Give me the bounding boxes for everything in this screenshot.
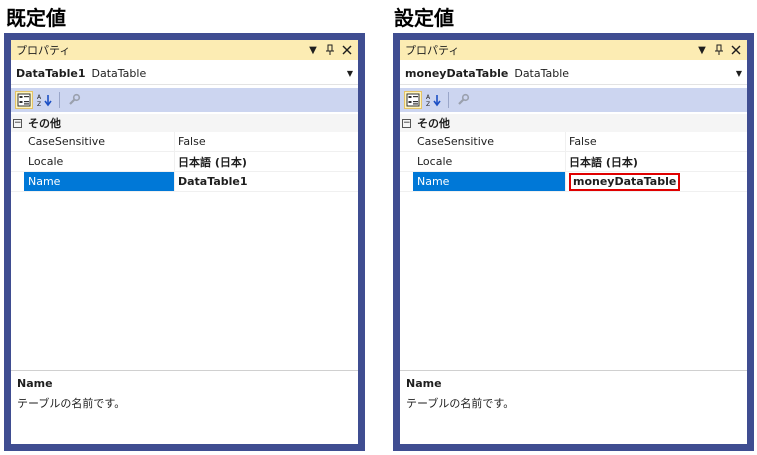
window-titlebar[interactable]: プロパティ ▼ bbox=[11, 40, 358, 60]
categorized-icon[interactable] bbox=[15, 91, 33, 109]
property-value[interactable]: False bbox=[566, 132, 747, 151]
dropdown-arrow-icon[interactable]: ▼ bbox=[695, 43, 709, 57]
property-name: Locale bbox=[24, 152, 175, 171]
description-text: テーブルの名前です。 bbox=[17, 397, 126, 410]
property-row-locale[interactable]: Locale 日本語 (日本) bbox=[11, 152, 358, 172]
property-name: Locale bbox=[413, 152, 566, 171]
wrench-icon[interactable] bbox=[454, 91, 472, 109]
property-row-name[interactable]: Name moneyDataTable bbox=[400, 172, 747, 192]
collapse-icon[interactable]: − bbox=[13, 118, 22, 128]
property-row-name[interactable]: Name DataTable1 bbox=[11, 172, 358, 192]
property-value-cell[interactable]: moneyDataTable bbox=[566, 172, 747, 191]
categorized-icon[interactable] bbox=[404, 91, 422, 109]
category-row[interactable]: − その他 bbox=[400, 114, 747, 132]
property-row-casesensitive[interactable]: CaseSensitive False bbox=[400, 132, 747, 152]
object-selector[interactable]: moneyDataTable DataTable ▼ bbox=[400, 62, 747, 85]
description-title: Name bbox=[17, 377, 53, 390]
dropdown-arrow-icon[interactable]: ▼ bbox=[306, 43, 320, 57]
property-name: CaseSensitive bbox=[24, 132, 175, 151]
properties-toolbar: AZ bbox=[400, 88, 747, 112]
toolbar-separator bbox=[448, 92, 449, 108]
pin-icon[interactable] bbox=[712, 43, 726, 57]
svg-text:A: A bbox=[426, 94, 431, 101]
properties-window-configured: プロパティ ▼ moneyDataTable DataTable ▼ AZ − … bbox=[393, 33, 754, 451]
object-type: DataTable bbox=[514, 66, 570, 80]
alphabetical-sort-icon[interactable]: AZ bbox=[36, 91, 54, 109]
category-label: その他 bbox=[417, 117, 450, 130]
property-name: Name bbox=[24, 172, 175, 191]
property-row-locale[interactable]: Locale 日本語 (日本) bbox=[400, 152, 747, 172]
close-icon[interactable] bbox=[340, 43, 354, 57]
properties-window-default: プロパティ ▼ DataTable1 DataTable ▼ AZ − その他 … bbox=[4, 33, 365, 451]
object-name: moneyDataTable bbox=[405, 66, 509, 80]
alphabetical-sort-icon[interactable]: AZ bbox=[425, 91, 443, 109]
window-title: プロパティ bbox=[16, 44, 71, 57]
property-value[interactable]: False bbox=[175, 132, 358, 151]
property-value[interactable]: 日本語 (日本) bbox=[566, 152, 747, 171]
heading-default: 既定値 bbox=[6, 6, 66, 30]
toolbar-separator bbox=[59, 92, 60, 108]
property-value[interactable]: moneyDataTable bbox=[569, 172, 681, 191]
description-pane: Name テーブルの名前です。 bbox=[11, 370, 358, 444]
properties-toolbar: AZ bbox=[11, 88, 358, 112]
svg-text:Z: Z bbox=[37, 101, 41, 107]
description-title: Name bbox=[406, 377, 442, 390]
description-pane: Name テーブルの名前です。 bbox=[400, 370, 747, 444]
property-value[interactable]: 日本語 (日本) bbox=[175, 152, 358, 171]
pin-icon[interactable] bbox=[323, 43, 337, 57]
property-value[interactable]: DataTable1 bbox=[175, 172, 358, 191]
category-row[interactable]: − その他 bbox=[11, 114, 358, 132]
object-type: DataTable bbox=[91, 66, 147, 80]
category-label: その他 bbox=[28, 117, 61, 130]
property-grid: − その他 CaseSensitive False Locale 日本語 (日本… bbox=[11, 114, 358, 192]
object-name: DataTable1 bbox=[16, 66, 86, 80]
object-selector[interactable]: DataTable1 DataTable ▼ bbox=[11, 62, 358, 85]
property-name: CaseSensitive bbox=[413, 132, 566, 151]
property-row-casesensitive[interactable]: CaseSensitive False bbox=[11, 132, 358, 152]
window-title: プロパティ bbox=[405, 44, 460, 57]
svg-text:A: A bbox=[37, 94, 42, 101]
close-icon[interactable] bbox=[729, 43, 743, 57]
heading-configured: 設定値 bbox=[394, 6, 454, 30]
wrench-icon[interactable] bbox=[65, 91, 83, 109]
svg-text:Z: Z bbox=[426, 101, 430, 107]
description-text: テーブルの名前です。 bbox=[406, 397, 515, 410]
collapse-icon[interactable]: − bbox=[402, 118, 411, 128]
chevron-down-icon[interactable]: ▼ bbox=[736, 69, 742, 78]
window-titlebar[interactable]: プロパティ ▼ bbox=[400, 40, 747, 60]
chevron-down-icon[interactable]: ▼ bbox=[347, 69, 353, 78]
property-name: Name bbox=[413, 172, 566, 191]
property-grid: − その他 CaseSensitive False Locale 日本語 (日本… bbox=[400, 114, 747, 192]
